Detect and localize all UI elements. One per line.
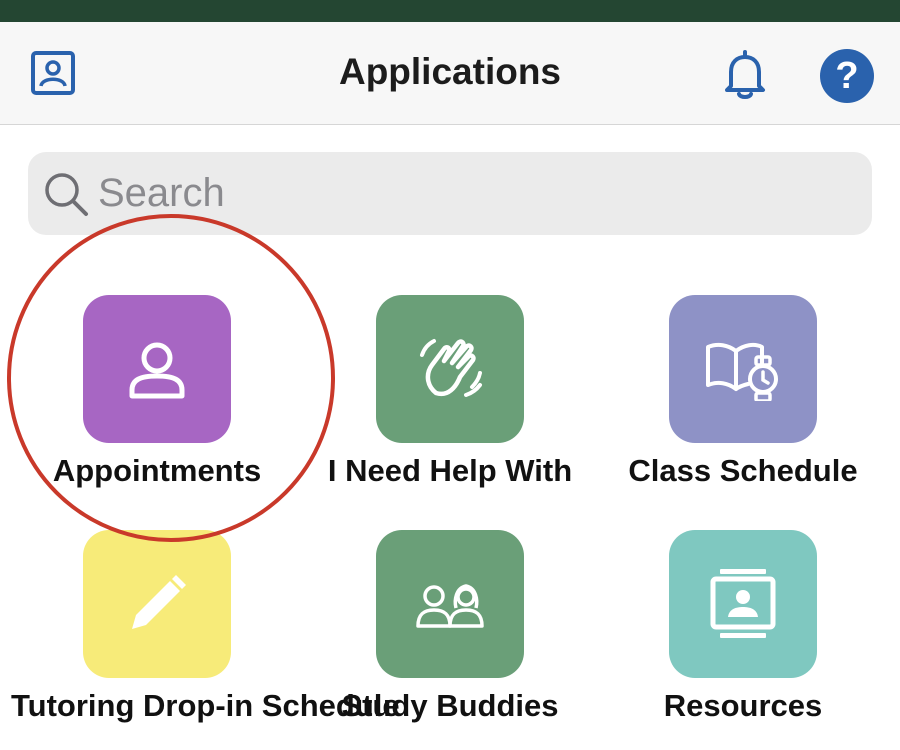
app-tile[interactable] [376, 530, 524, 678]
app-label: Study Buddies [341, 688, 559, 723]
notifications-button[interactable] [721, 48, 769, 100]
app-tutoring-drop-in-schedule[interactable]: Tutoring Drop-in Schedule [11, 530, 400, 750]
app-tile[interactable] [83, 295, 231, 443]
app-i-need-help-with[interactable]: I Need Help With [304, 295, 596, 515]
search-input[interactable]: Search [28, 152, 872, 235]
app-label: Tutoring Drop-in Schedule [11, 688, 400, 723]
two-people-icon [416, 584, 484, 628]
app-tile[interactable] [669, 530, 817, 678]
app-label: I Need Help With [327, 453, 573, 488]
app-header: Applications ? [0, 22, 900, 125]
app-study-buddies[interactable]: Study Buddies [304, 530, 596, 750]
app-tile[interactable] [669, 295, 817, 443]
search-placeholder: Search [98, 171, 225, 215]
app-label: Appointments [52, 453, 262, 488]
app-class-schedule[interactable]: Class Schedule [597, 295, 889, 515]
app-appointments[interactable]: Appointments [11, 295, 303, 515]
help-button[interactable]: ? [820, 49, 874, 103]
pencil-icon [132, 575, 186, 629]
book-watch-icon [706, 342, 778, 401]
question-mark-icon: ? [835, 55, 859, 97]
waving-hand-icon [420, 339, 482, 397]
search-icon [45, 173, 88, 216]
app-resources[interactable]: Resources [597, 530, 889, 750]
directory-icon [710, 569, 776, 638]
bell-icon [725, 50, 765, 99]
person-icon [129, 342, 185, 399]
app-label: Resources [663, 688, 823, 723]
app-label: Class Schedule [628, 453, 858, 488]
app-tile[interactable] [83, 530, 231, 678]
status-bar [0, 0, 900, 22]
app-tile[interactable] [376, 295, 524, 443]
